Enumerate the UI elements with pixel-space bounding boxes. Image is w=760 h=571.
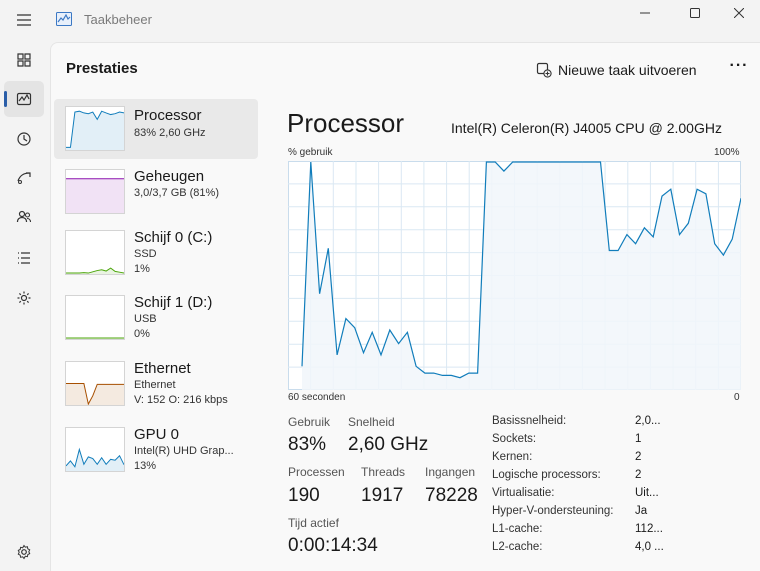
device-memory[interactable]: Geheugen 3,0/3,7 GB (81%) xyxy=(54,159,258,219)
device-detail: 1% xyxy=(134,263,150,275)
hamburger-menu-icon[interactable] xyxy=(10,8,38,32)
services-icon xyxy=(17,291,31,305)
spec-label: L1-cache: xyxy=(492,523,543,535)
navigation-rail xyxy=(0,40,48,571)
spec-label: Sockets: xyxy=(492,433,537,445)
thumb-area xyxy=(66,383,124,405)
uptime-label: Tijd actief xyxy=(288,516,339,530)
settings-icon xyxy=(17,544,31,560)
performance-page: Prestaties Nieuwe taak uitvoeren ··· Pro… xyxy=(50,42,760,571)
thumb-gpu xyxy=(65,427,125,472)
speed-value: 2,60 GHz xyxy=(348,434,429,455)
app-history-icon xyxy=(17,132,31,146)
nav-processes[interactable] xyxy=(4,42,44,78)
handles-label: Ingangen xyxy=(425,465,476,479)
details-icon xyxy=(18,252,30,264)
usage-value: 83% xyxy=(288,434,327,455)
device-type: SSD xyxy=(134,248,157,260)
spec-label: Virtualisatie: xyxy=(492,487,555,499)
nav-startup-apps[interactable] xyxy=(4,160,44,196)
more-options-button[interactable]: ··· xyxy=(727,57,751,81)
cpu-usage-graph xyxy=(288,161,741,390)
performance-icon xyxy=(16,92,32,106)
uptime-value: 0:00:14:34 xyxy=(288,535,378,556)
spec-value: 2 xyxy=(635,451,642,463)
device-gpu[interactable]: GPU 0 Intel(R) UHD Grap... 13% xyxy=(54,420,258,480)
minimize-button[interactable] xyxy=(622,0,668,26)
spec-value: 2 xyxy=(635,469,642,481)
nav-performance[interactable] xyxy=(4,81,44,117)
device-type: USB xyxy=(134,313,157,325)
nav-users[interactable] xyxy=(4,199,44,235)
device-name: Processor xyxy=(134,107,202,124)
page-title: Prestaties xyxy=(66,60,138,77)
run-new-task-label: Nieuwe taak uitvoeren xyxy=(558,62,697,78)
device-name: Ethernet xyxy=(134,360,191,377)
device-name: Schijf 1 (D:) xyxy=(134,294,213,311)
thumb-memory xyxy=(65,169,125,214)
device-ethernet[interactable]: Ethernet Ethernet V: 152 O: 216 kbps xyxy=(54,354,258,414)
device-detail: V: 152 O: 216 kbps xyxy=(134,394,228,406)
usage-label: Gebruik xyxy=(288,415,331,429)
threads-label: Threads xyxy=(361,465,406,479)
device-type: Intel(R) UHD Grap... xyxy=(134,445,234,457)
device-disk-1[interactable]: Schijf 1 (D:) USB 0% xyxy=(54,288,258,348)
graph-x-right-label: 0 xyxy=(734,392,740,403)
nav-services[interactable] xyxy=(4,280,44,316)
graph-x-left-label: 60 seconden xyxy=(288,392,346,403)
spec-label: L2-cache: xyxy=(492,541,543,553)
threads-value: 1917 xyxy=(361,485,404,506)
device-disk-0[interactable]: Schijf 0 (C:) SSD 1% xyxy=(54,223,258,283)
processes-value: 190 xyxy=(288,485,320,506)
nav-app-history[interactable] xyxy=(4,121,44,157)
window-title: Taakbeheer xyxy=(84,12,152,27)
title-bar: Taakbeheer xyxy=(0,0,760,40)
device-name: Geheugen xyxy=(134,168,205,185)
nav-settings[interactable] xyxy=(4,534,44,570)
thumb-ethernet xyxy=(65,361,125,406)
nav-details[interactable] xyxy=(4,240,44,276)
spec-label: Logische processors: xyxy=(492,469,601,481)
processes-icon xyxy=(17,53,31,67)
speed-label: Snelheid xyxy=(348,415,395,429)
spec-value: 112... xyxy=(635,523,663,535)
device-detail: 83% 2,60 GHz xyxy=(134,127,206,139)
close-button[interactable] xyxy=(716,0,760,26)
spec-value: Ja xyxy=(635,505,648,517)
task-manager-app-icon xyxy=(56,12,72,26)
run-task-icon xyxy=(536,62,552,78)
thumb-disk-1 xyxy=(65,295,125,340)
handles-value: 78228 xyxy=(425,485,478,506)
thumb-processor xyxy=(65,106,125,151)
device-type: Ethernet xyxy=(134,379,176,391)
detail-title: Processor xyxy=(287,108,405,138)
device-processor[interactable]: Processor 83% 2,60 GHz xyxy=(54,99,258,159)
graph-y-max-label: 100% xyxy=(714,147,740,158)
device-name: GPU 0 xyxy=(134,426,180,443)
spec-label: Hyper-V-ondersteuning: xyxy=(492,505,614,517)
spec-label: Kernen: xyxy=(492,451,533,463)
thumb-disk-0 xyxy=(65,230,125,275)
run-new-task-button[interactable]: Nieuwe taak uitvoeren xyxy=(536,58,697,82)
device-name: Schijf 0 (C:) xyxy=(134,229,213,246)
graph-y-label: % gebruik xyxy=(288,147,333,158)
cpu-model: Intel(R) Celeron(R) J4005 CPU @ 2.00GHz xyxy=(451,120,722,136)
maximize-button[interactable] xyxy=(672,0,718,26)
processes-label: Processen xyxy=(288,465,345,479)
thumb-area xyxy=(66,178,124,213)
startup-apps-icon xyxy=(17,172,31,184)
device-detail: 3,0/3,7 GB (81%) xyxy=(134,187,219,199)
device-detail: 13% xyxy=(134,460,157,472)
device-detail: 0% xyxy=(134,328,150,340)
spec-value: Uit... xyxy=(635,487,659,499)
spec-value: 4,0 ... xyxy=(635,541,664,553)
spec-label: Basissnelheid: xyxy=(492,415,567,427)
spec-value: 2,0... xyxy=(635,415,661,427)
users-icon xyxy=(16,210,32,223)
spec-value: 1 xyxy=(635,433,642,445)
